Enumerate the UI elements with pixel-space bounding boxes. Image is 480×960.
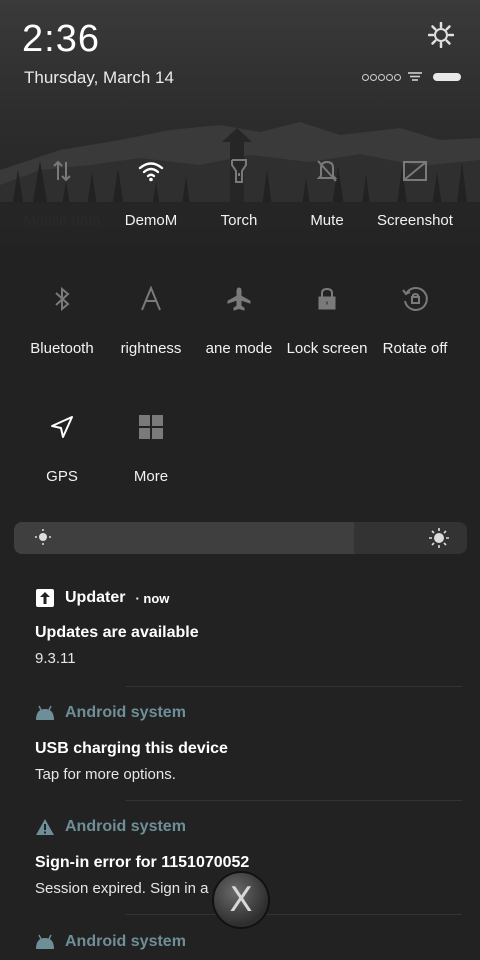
brightness-low-icon bbox=[34, 528, 52, 551]
mute-icon bbox=[283, 156, 371, 186]
notification-title: USB charging this device bbox=[35, 740, 228, 757]
notification-body: 9.3.11 bbox=[35, 650, 76, 667]
settings-gear-icon[interactable] bbox=[427, 21, 455, 49]
brightness-high-icon bbox=[428, 527, 450, 554]
tile-label: Lock screen bbox=[286, 340, 368, 357]
notification-header: Updater · now bbox=[35, 588, 169, 608]
notification-app-name: Android system bbox=[65, 704, 186, 721]
wifi-status-icon bbox=[408, 72, 422, 81]
tile-label: Torch bbox=[220, 212, 258, 229]
tile-rotate[interactable]: Rotate off bbox=[371, 284, 459, 357]
tile-wifi[interactable]: DemoM bbox=[107, 156, 195, 229]
signal-dots-icon bbox=[362, 73, 401, 81]
divider bbox=[125, 800, 462, 801]
wifi-icon bbox=[107, 156, 195, 186]
android-icon bbox=[36, 934, 54, 949]
clock[interactable]: 2:36 bbox=[22, 18, 100, 61]
tile-torch[interactable]: Torch bbox=[195, 156, 283, 229]
notification-title: Sign-in error for 1151070052 bbox=[35, 854, 250, 871]
tile-label: More bbox=[133, 468, 169, 485]
divider bbox=[125, 686, 462, 687]
tile-more[interactable]: More bbox=[107, 412, 195, 485]
tile-auto-brightness[interactable]: rightness bbox=[107, 284, 195, 357]
tile-bluetooth[interactable]: Bluetooth bbox=[18, 284, 106, 357]
tile-screenshot[interactable]: Screenshot bbox=[371, 156, 459, 229]
notification-title: Updates are available bbox=[35, 624, 199, 641]
notification-shade-header: 2:36 Thursday, March 14 Mobile data Demo… bbox=[0, 0, 480, 250]
tile-lock-screen[interactable]: Lock screen bbox=[283, 284, 371, 357]
airplane-icon bbox=[195, 284, 283, 314]
notification-time: · now bbox=[135, 590, 170, 606]
tile-label: rightness bbox=[120, 340, 182, 357]
screenshot-icon bbox=[371, 156, 459, 186]
tile-label: GPS bbox=[46, 468, 78, 485]
notification-body: Tap for more options. bbox=[35, 766, 176, 783]
notification-app-name: Android system bbox=[65, 818, 186, 835]
notification-app-name: Android system bbox=[65, 933, 186, 950]
notification-updater[interactable]: Updater · now Updates are available 9.3.… bbox=[0, 588, 480, 688]
notification-android-system[interactable]: Android system bbox=[0, 933, 480, 960]
warning-icon bbox=[36, 819, 54, 835]
android-icon bbox=[36, 705, 54, 720]
notification-body: Session expired. Sign in a bbox=[35, 880, 209, 897]
tile-label: ane mode bbox=[205, 340, 273, 357]
notification-header: Android system bbox=[35, 704, 186, 722]
tile-label: Bluetooth bbox=[30, 340, 94, 357]
divider bbox=[125, 914, 462, 915]
date[interactable]: Thursday, March 14 bbox=[24, 68, 174, 88]
mobile-data-icon bbox=[18, 156, 106, 186]
tile-mobile-data[interactable]: Mobile data bbox=[18, 156, 106, 229]
more-grid-icon bbox=[107, 412, 195, 442]
rotate-icon bbox=[371, 284, 459, 314]
torch-icon bbox=[195, 156, 283, 186]
floating-close-button[interactable]: X bbox=[214, 873, 268, 927]
notification-app-name: Updater bbox=[65, 589, 126, 606]
gps-icon bbox=[18, 412, 106, 442]
status-indicators bbox=[362, 70, 461, 84]
notification-header: Android system bbox=[35, 818, 186, 836]
bluetooth-icon bbox=[18, 284, 106, 314]
notification-usb-charging[interactable]: Android system USB charging this device … bbox=[0, 704, 480, 800]
updater-icon bbox=[36, 589, 54, 607]
tile-label: Mute bbox=[310, 212, 344, 229]
lock-icon bbox=[283, 284, 371, 314]
brightness-slider[interactable] bbox=[14, 522, 467, 554]
tile-airplane-mode[interactable]: ane mode bbox=[195, 284, 283, 357]
tile-label: Rotate off bbox=[382, 340, 448, 357]
tile-mute[interactable]: Mute bbox=[283, 156, 371, 229]
brightness-level-fill bbox=[14, 522, 354, 554]
tile-label: DemoM bbox=[124, 212, 178, 229]
notification-header: Android system bbox=[35, 933, 186, 951]
auto-brightness-icon bbox=[107, 284, 195, 314]
battery-icon bbox=[433, 73, 461, 81]
notification-time-text: now bbox=[143, 590, 170, 606]
tile-label: Screenshot bbox=[377, 212, 453, 229]
tile-label: Mobile data bbox=[23, 212, 101, 229]
tile-gps[interactable]: GPS bbox=[18, 412, 106, 485]
